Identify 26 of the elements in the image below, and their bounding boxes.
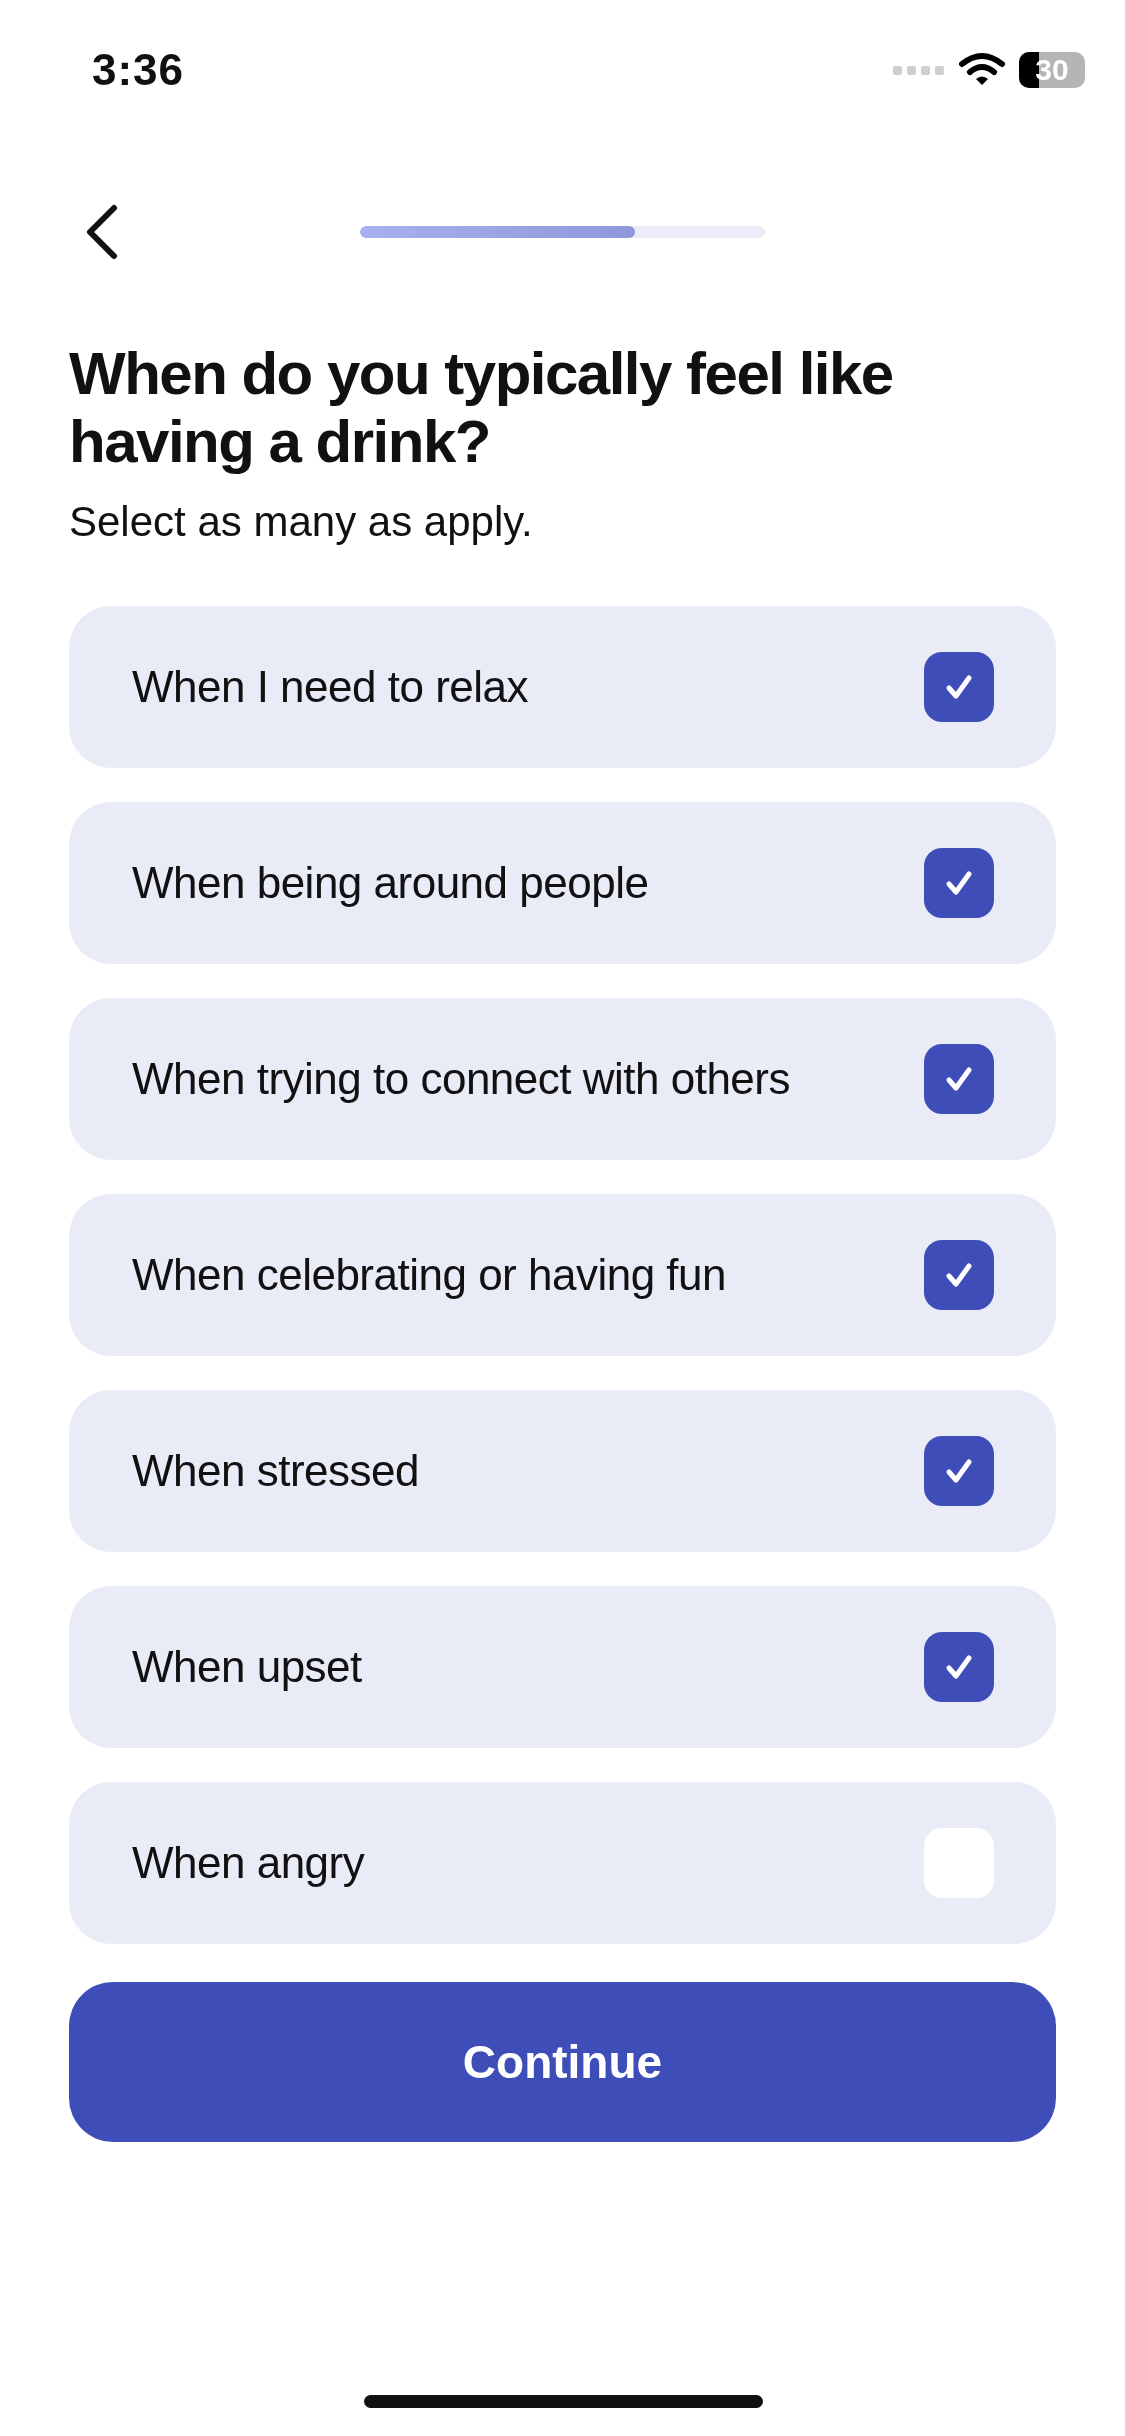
option-label: When upset xyxy=(132,1642,362,1692)
option-row[interactable]: When trying to connect with others xyxy=(69,998,1056,1160)
option-label: When angry xyxy=(132,1838,365,1888)
continue-button[interactable]: Continue xyxy=(69,1982,1056,2142)
checkbox[interactable] xyxy=(924,848,994,918)
question-title: When do you typically feel like having a drink? xyxy=(69,340,894,476)
wifi-icon xyxy=(959,52,1005,88)
option-label: When trying to connect with others xyxy=(132,1054,790,1104)
option-label: When being around people xyxy=(132,858,649,908)
option-row[interactable]: When stressed xyxy=(69,1390,1056,1552)
option-label: When celebrating or having fun xyxy=(132,1250,727,1300)
checkbox[interactable] xyxy=(924,1436,994,1506)
option-label: When I need to relax xyxy=(132,662,528,712)
option-row[interactable]: When upset xyxy=(69,1586,1056,1748)
option-label: When stressed xyxy=(132,1446,419,1496)
signal-icon xyxy=(893,63,945,77)
status-time: 3:36 xyxy=(92,45,185,95)
option-row[interactable]: When celebrating or having fun xyxy=(69,1194,1056,1356)
option-row[interactable]: When I need to relax xyxy=(69,606,1056,768)
option-row[interactable]: When being around people xyxy=(69,802,1056,964)
checkbox[interactable] xyxy=(924,1632,994,1702)
checkbox[interactable] xyxy=(924,1044,994,1114)
checkbox[interactable] xyxy=(924,1240,994,1310)
option-row[interactable]: When angry xyxy=(69,1782,1056,1944)
checkbox[interactable] xyxy=(924,652,994,722)
instruction-text: Select as many as apply. xyxy=(69,498,534,546)
